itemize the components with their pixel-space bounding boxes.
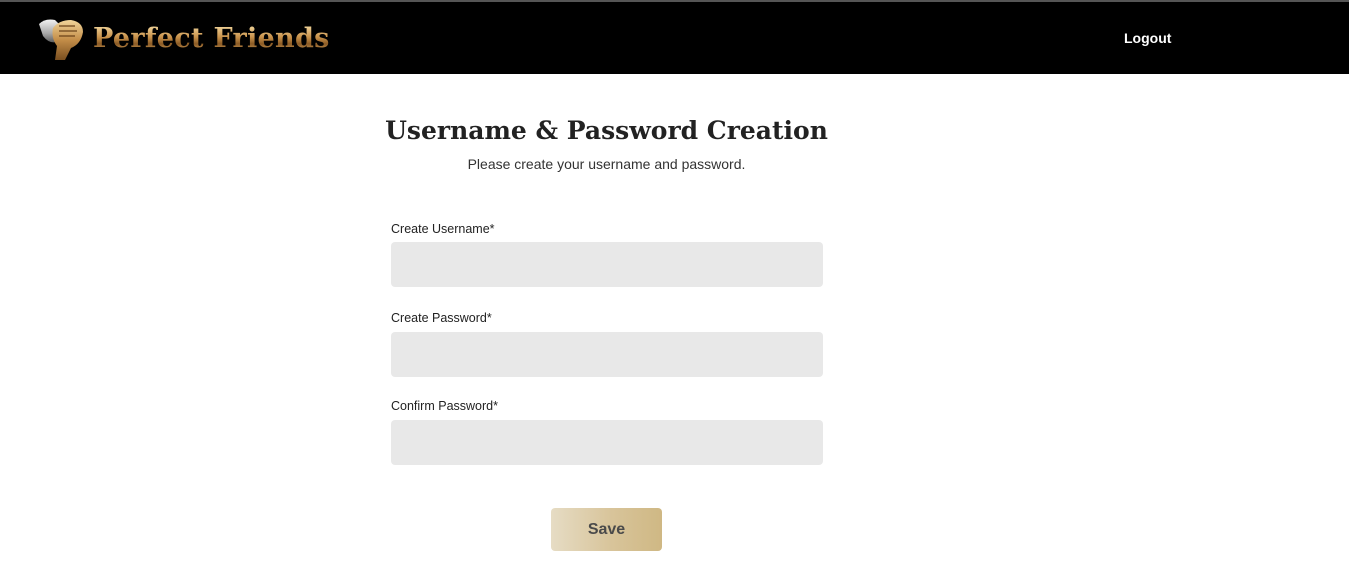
logout-link[interactable]: Logout (1124, 30, 1171, 46)
username-label: Create Username* (391, 222, 495, 236)
username-input[interactable] (391, 242, 823, 287)
top-navbar: Perfect Friends Logout (0, 0, 1349, 74)
brand-logo[interactable]: Perfect Friends (35, 14, 330, 62)
fist-bump-icon (39, 19, 83, 60)
save-button[interactable]: Save (551, 508, 662, 551)
confirm-password-input[interactable] (391, 420, 823, 465)
password-label: Create Password* (391, 311, 492, 325)
brand-name: Perfect Friends (93, 22, 330, 54)
page-title: Username & Password Creation (385, 116, 828, 145)
password-input[interactable] (391, 332, 823, 377)
confirm-password-label: Confirm Password* (391, 399, 498, 413)
page-subtitle: Please create your username and password… (467, 156, 746, 172)
